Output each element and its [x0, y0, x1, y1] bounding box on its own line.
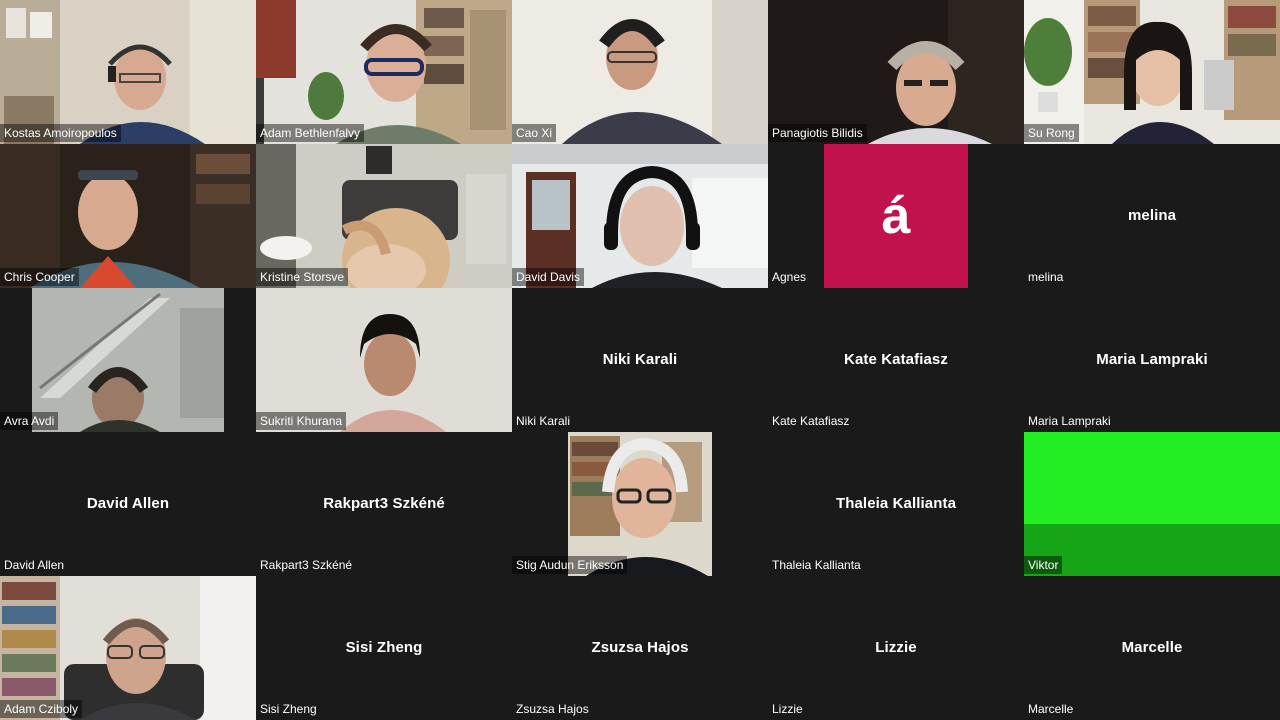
- participant-video: [256, 0, 512, 144]
- participant-tile[interactable]: Su Rong: [1024, 0, 1280, 144]
- participant-tile[interactable]: Cao Xi: [512, 0, 768, 144]
- participant-tile[interactable]: Avra Avdi: [0, 288, 256, 432]
- participant-tile[interactable]: Stig Audun Eriksson: [512, 432, 768, 576]
- participant-name-label: Kostas Amoiropoulos: [0, 124, 121, 142]
- participant-name-label: Chris Cooper: [0, 268, 79, 286]
- participant-display-name: Sisi Zheng: [345, 639, 423, 656]
- participant-name-label: Niki Karali: [516, 414, 571, 428]
- gallery-view-grid: Kostas Amoiropoulos Adam Bethlenfalvy Ca…: [0, 0, 1280, 720]
- green-screen-top: [1024, 432, 1280, 524]
- participant-tile[interactable]: Panagiotis Bilidis: [768, 0, 1024, 144]
- participant-display-name: David Allen: [86, 495, 170, 512]
- participant-name-label: Kate Katafiasz: [772, 414, 850, 428]
- participant-tile[interactable]: Adam Bethlenfalvy: [256, 0, 512, 144]
- participant-name-label: Cao Xi: [512, 124, 557, 142]
- participant-tile[interactable]: Zsuzsa Hajos Zsuzsa Hajos: [512, 576, 768, 720]
- avatar-letter: á: [881, 187, 911, 245]
- participant-tile[interactable]: Niki Karali Niki Karali: [512, 288, 768, 432]
- participant-tile[interactable]: David Allen David Allen: [0, 432, 256, 576]
- participant-name-label: Sisi Zheng: [260, 702, 317, 716]
- participant-tile[interactable]: Sisi Zheng Sisi Zheng: [256, 576, 512, 720]
- participant-name-label: David Davis: [512, 268, 585, 286]
- participant-name-label: Stig Audun Eriksson: [512, 556, 628, 574]
- participant-tile[interactable]: melina melina: [1024, 144, 1280, 288]
- participant-name-label: Adam Cziboly: [0, 700, 83, 718]
- participant-display-name: Rakpart3 Szkéné: [323, 495, 445, 512]
- participant-display-name: Marcelle: [1121, 639, 1183, 656]
- participant-display-name: Zsuzsa Hajos: [591, 639, 689, 656]
- participant-tile[interactable]: Kate Katafiasz Kate Katafiasz: [768, 288, 1024, 432]
- participant-tile[interactable]: Kostas Amoiropoulos: [0, 0, 256, 144]
- participant-display-name: melina: [1127, 207, 1177, 224]
- participant-avatar: á: [824, 144, 968, 288]
- participant-tile[interactable]: Thaleia Kallianta Thaleia Kallianta: [768, 432, 1024, 576]
- participant-name-label: Maria Lampraki: [1028, 414, 1111, 428]
- participant-video: [512, 432, 768, 576]
- participant-name-label: Marcelle: [1028, 702, 1074, 716]
- participant-display-name: Thaleia Kallianta: [835, 495, 957, 512]
- participant-video: [1024, 0, 1280, 144]
- participant-tile[interactable]: Maria Lampraki Maria Lampraki: [1024, 288, 1280, 432]
- participant-display-name: Niki Karali: [602, 351, 678, 368]
- participant-name-label: Agnes: [772, 270, 807, 284]
- participant-tile[interactable]: Chris Cooper: [0, 144, 256, 288]
- participant-name-label: Viktor: [1024, 556, 1063, 574]
- participant-name-label: Lizzie: [772, 702, 803, 716]
- participant-video: [1024, 432, 1280, 576]
- participant-display-name: Maria Lampraki: [1096, 351, 1208, 368]
- participant-name-label: Kristine Storsve: [256, 268, 349, 286]
- participant-video: [0, 288, 256, 432]
- participant-display-name: Lizzie: [875, 639, 917, 656]
- participant-video: [768, 0, 1024, 144]
- participant-tile[interactable]: Adam Cziboly: [0, 576, 256, 720]
- participant-video: [0, 576, 256, 720]
- participant-video: [0, 0, 256, 144]
- participant-name-label: David Allen: [4, 558, 65, 572]
- participant-tile[interactable]: Kristine Storsve: [256, 144, 512, 288]
- participant-name-label: Thaleia Kallianta: [772, 558, 861, 572]
- participant-name-label: Adam Bethlenfalvy: [256, 124, 365, 142]
- participant-tile[interactable]: Marcelle Marcelle: [1024, 576, 1280, 720]
- participant-video: [512, 144, 768, 288]
- participant-name-label: Zsuzsa Hajos: [516, 702, 589, 716]
- participant-display-name: Kate Katafiasz: [844, 351, 948, 368]
- participant-video: [256, 288, 512, 432]
- participant-name-label: melina: [1028, 270, 1064, 284]
- participant-tile[interactable]: Rakpart3 Szkéné Rakpart3 Szkéné: [256, 432, 512, 576]
- participant-tile[interactable]: David Davis: [512, 144, 768, 288]
- participant-name-label: Rakpart3 Szkéné: [260, 558, 353, 572]
- participant-video: [256, 144, 512, 288]
- participant-name-label: Su Rong: [1024, 124, 1079, 142]
- participant-tile[interactable]: Sukriti Khurana: [256, 288, 512, 432]
- participant-name-label: Sukriti Khurana: [256, 412, 347, 430]
- participant-tile[interactable]: Viktor: [1024, 432, 1280, 576]
- participant-video: [0, 144, 256, 288]
- participant-name-label: Panagiotis Bilidis: [768, 124, 867, 142]
- participant-tile[interactable]: Lizzie Lizzie: [768, 576, 1024, 720]
- participant-name-label: Avra Avdi: [0, 412, 59, 430]
- participant-video: [512, 0, 768, 144]
- participant-tile[interactable]: á Agnes: [768, 144, 1024, 288]
